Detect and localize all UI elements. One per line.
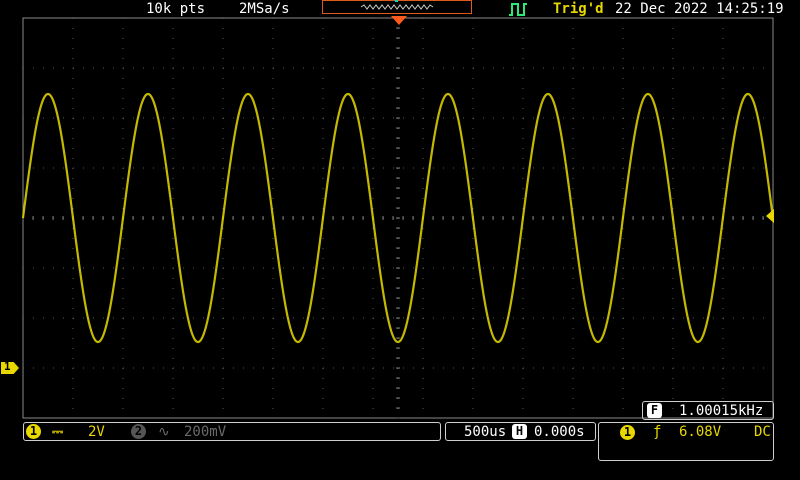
channel-info-bar[interactable]: 1 ⎓ 2V 2 ∿ 200mV — [23, 422, 441, 441]
trigger-source-icon: 1 — [620, 425, 635, 440]
ch2-coupling-icon: ∿ — [158, 424, 170, 440]
rising-edge-icon: ƒ — [653, 424, 662, 440]
trigger-position-marker[interactable] — [391, 16, 407, 26]
frequency-value: 1.00015kHz — [679, 403, 764, 419]
frequency-counter[interactable]: F 1.00015kHz — [642, 401, 774, 420]
trigger-panel[interactable]: 1 ƒ 6.08V DC — [598, 422, 774, 461]
time-per-div: 500us — [464, 424, 507, 440]
waveform-display[interactable] — [0, 0, 800, 420]
ch1-volts-per-div: 2V — [88, 424, 105, 440]
frequency-counter-icon: F — [647, 403, 662, 418]
trigger-coupling: DC — [754, 424, 771, 440]
trigger-level: 6.08V — [679, 424, 722, 440]
horizontal-position-icon: H — [512, 424, 527, 439]
horizontal-position: 0.000s — [534, 424, 585, 440]
ch1-icon[interactable]: 1 — [26, 424, 41, 439]
timebase-panel[interactable]: 500us H 0.000s — [445, 422, 596, 441]
ch1-coupling-icon: ⎓ — [52, 424, 64, 440]
ch2-volts-per-div: 200mV — [184, 424, 227, 440]
ch2-icon[interactable]: 2 — [131, 424, 146, 439]
trigger-level-marker[interactable] — [764, 209, 774, 223]
